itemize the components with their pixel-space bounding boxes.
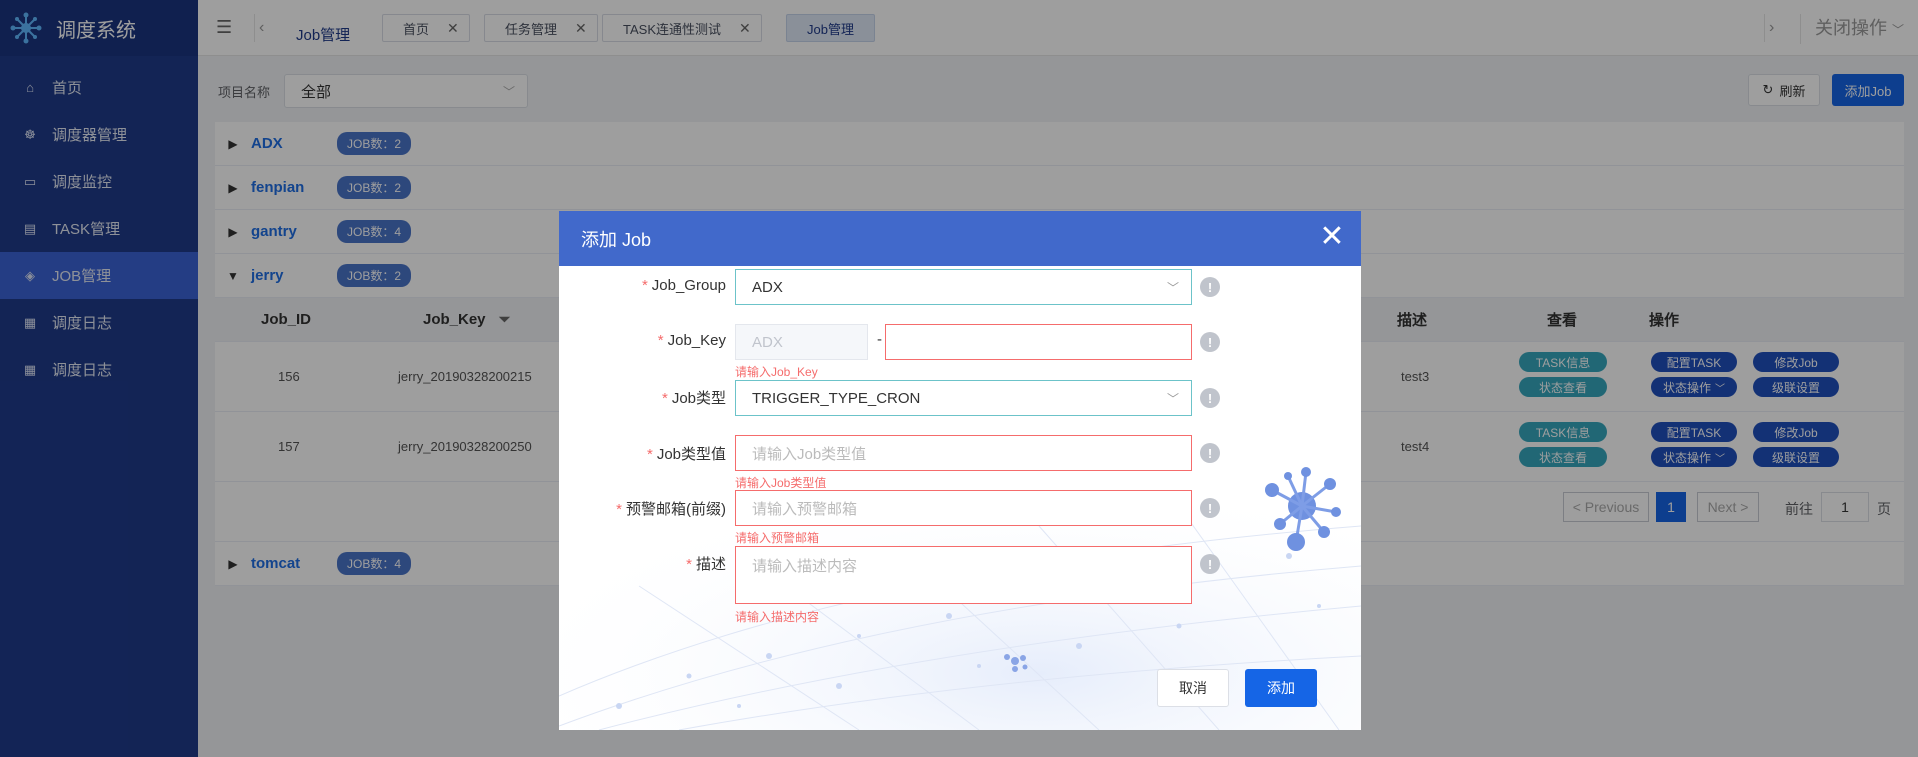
info-icon[interactable]: ! (1200, 498, 1220, 518)
cancel-button[interactable]: 取消 (1157, 669, 1229, 707)
submit-add-button[interactable]: 添加 (1245, 669, 1317, 707)
dialog-title: 添加 Job (581, 229, 652, 250)
description-label: * 描述 (686, 553, 726, 574)
job-key-label: * Job_Key (658, 332, 726, 349)
job-type-select[interactable]: TRIGGER_TYPE_CRON ﹀ (735, 380, 1192, 416)
required-mark: * (657, 332, 664, 349)
description-error: 请输入描述内容 (735, 610, 820, 624)
info-icon[interactable]: ! (1200, 332, 1220, 352)
alert-email-label: * 预警邮箱(前缀) (616, 498, 726, 519)
job-type-value: TRIGGER_TYPE_CRON (752, 389, 921, 407)
description-placeholder: 请输入描述内容 (752, 558, 858, 575)
alert-email-placeholder: 请输入预警邮箱 (752, 500, 858, 518)
job-group-select[interactable]: ADX ﹀ (735, 269, 1192, 305)
job-type-value-input[interactable]: 请输入Job类型值 (735, 435, 1192, 471)
alert-email-error: 请输入预警邮箱 (735, 531, 820, 545)
info-icon[interactable]: ! (1200, 388, 1220, 408)
job-group-label: * Job_Group (642, 277, 726, 294)
job-key-input[interactable] (885, 324, 1192, 360)
job-key-error: 请输入Job_Key (735, 365, 818, 379)
add-job-dialog: 添加 Job ✕ * Job_Group ADX ﹀ ! * Job_Key A… (559, 211, 1361, 730)
required-mark: * (646, 446, 653, 463)
chevron-down-icon: ﹀ (1166, 281, 1179, 295)
alert-email-label-text: 预警邮箱(前缀) (626, 501, 726, 518)
job-type-value-label: * Job类型值 (647, 443, 726, 464)
dialog-header: 添加 Job ✕ (559, 211, 1361, 266)
job-type-value-placeholder: 请输入Job类型值 (752, 445, 867, 463)
required-mark: * (616, 501, 622, 518)
alert-email-input[interactable]: 请输入预警邮箱 (735, 490, 1192, 526)
info-icon[interactable]: ! (1200, 277, 1220, 297)
info-icon[interactable]: ! (1200, 554, 1220, 574)
required-mark: * (661, 390, 668, 407)
job-key-label-text: Job_Key (667, 332, 726, 349)
job-key-separator: - (877, 331, 882, 348)
chevron-down-icon: ﹀ (1166, 392, 1179, 406)
info-icon[interactable]: ! (1200, 443, 1220, 463)
job-key-prefix: ADX (752, 333, 783, 351)
job-type-label-text: Job类型 (671, 390, 726, 407)
job-group-value: ADX (752, 278, 783, 296)
job-key-prefix-field: ADX (735, 324, 868, 360)
job-type-label: * Job类型 (662, 387, 726, 408)
job-group-label-text: Job_Group (651, 277, 726, 294)
required-mark: * (641, 277, 648, 294)
job-type-value-label-text: Job类型值 (656, 446, 726, 463)
description-textarea[interactable]: 请输入描述内容 (735, 546, 1192, 604)
job-type-value-error: 请输入Job类型值 (735, 476, 827, 490)
close-icon[interactable]: ✕ (1319, 222, 1345, 252)
required-mark: * (686, 556, 692, 573)
description-label-text: 描述 (695, 556, 726, 573)
